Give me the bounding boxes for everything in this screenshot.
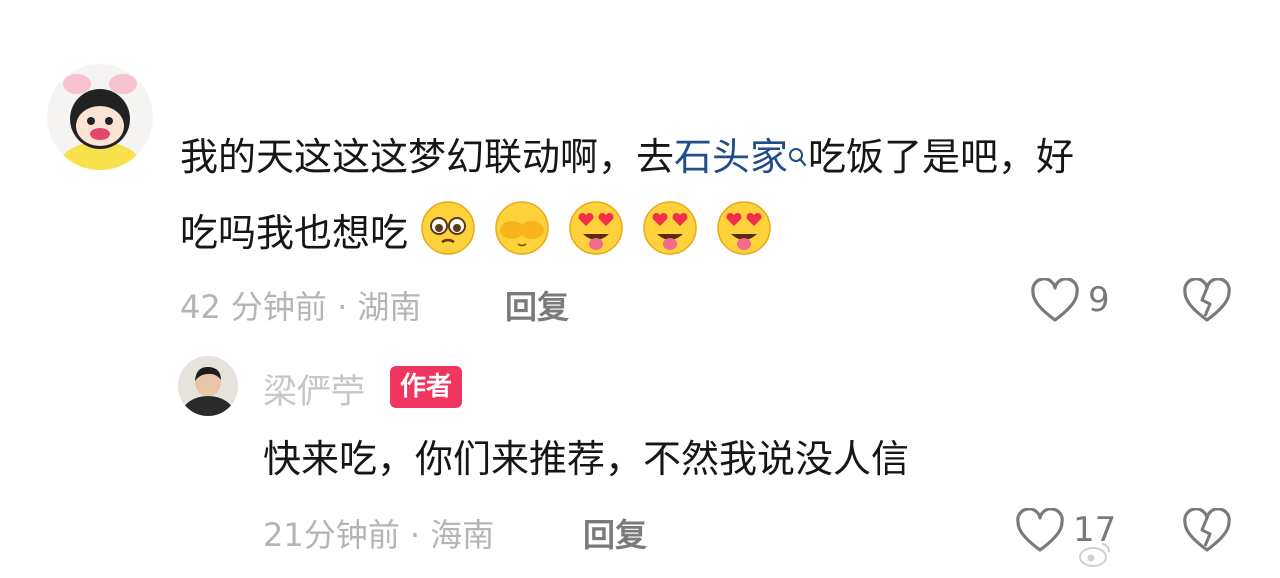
reply-button[interactable]: 回复: [505, 282, 569, 328]
heart-icon: [1016, 508, 1064, 552]
heart-icon: [1031, 278, 1079, 322]
reply-to-reply-button[interactable]: 回复: [583, 510, 647, 556]
hiding-face-emoji: [495, 201, 549, 255]
search-icon[interactable]: [788, 128, 808, 167]
author-name[interactable]: 梁俨苧: [263, 364, 365, 413]
broken-heart-icon: [1183, 278, 1231, 322]
weibo-icon: [1079, 543, 1110, 567]
reply-text: 快来吃，你们来推荐，不然我说没人信: [263, 437, 910, 481]
pleading-face-emoji: [421, 201, 475, 255]
comment-meta: 42 分钟前 · 湖南: [180, 288, 422, 326]
commenter-avatar[interactable]: [47, 64, 153, 170]
comment-text-line2: 吃吗我也想吃: [180, 211, 409, 255]
comment-text-line1-suffix: 吃饭了是吧，好: [808, 135, 1075, 179]
comment-text: 我的天这这这梦幻联动啊，去石头家 吃饭了是吧，好: [180, 128, 1074, 186]
like-count: 9: [1088, 280, 1110, 320]
author-badge: 作者: [390, 366, 463, 408]
watermark-logo: [1078, 540, 1268, 570]
heart-eyes-tongue-emoji: [569, 201, 624, 255]
comment-text-line1-prefix: 我的天这这这梦幻联动啊，去: [180, 135, 675, 179]
comment-text-line2-row: 吃吗我也想吃: [180, 200, 778, 262]
heart-eyes-tongue-emoji: [643, 201, 698, 255]
search-link[interactable]: 石头家: [674, 135, 788, 179]
heart-eyes-tongue-emoji: [717, 201, 772, 255]
like-button[interactable]: 9: [1030, 276, 1130, 326]
author-avatar[interactable]: [178, 356, 238, 416]
dislike-button[interactable]: [1182, 276, 1232, 326]
reply-meta: 21分钟前 · 海南: [263, 516, 495, 554]
